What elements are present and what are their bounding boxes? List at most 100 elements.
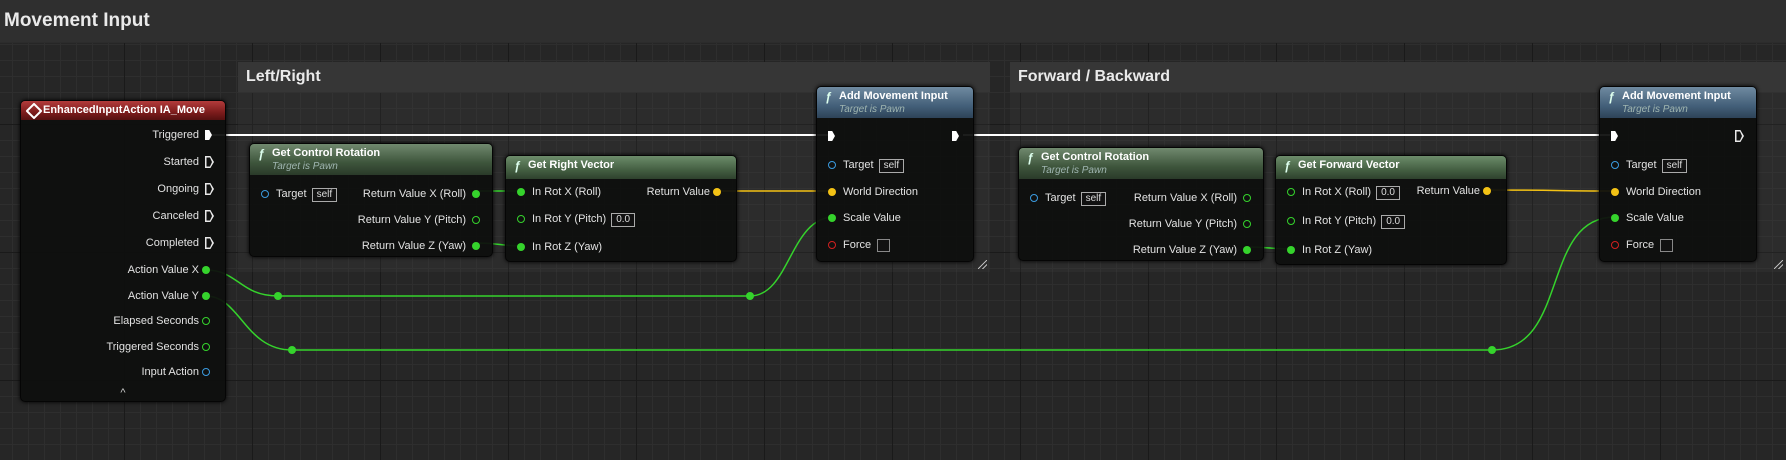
node-header[interactable]: EnhancedInputAction IA_Move <box>21 101 225 120</box>
in-rot-x-value-field[interactable]: 0.0 <box>1376 186 1400 200</box>
float-pin-triggered-seconds[interactable] <box>202 343 210 351</box>
pin-target-row: Target self <box>276 187 338 202</box>
float-pin-in-rot-z[interactable] <box>1287 246 1295 254</box>
object-pin-target[interactable] <box>261 190 269 198</box>
pin-label-return-y: Return Value Y (Pitch) <box>1128 218 1237 230</box>
node-header[interactable]: ƒ Add Movement Input Target is Pawn <box>817 87 973 118</box>
pin-label-return-z: Return Value Z (Yaw) <box>361 240 466 252</box>
pin-label-ongoing: Ongoing <box>157 183 199 195</box>
pin-label-in-rot-x: In Rot X (Roll) <box>532 186 602 198</box>
pin-in-rot-y-row: In Rot Y (Pitch) 0.0 <box>1302 214 1406 229</box>
pin-label-scale-value: Scale Value <box>843 212 901 224</box>
vector-pin-world-direction[interactable] <box>1611 188 1619 196</box>
target-self-field[interactable]: self <box>1661 159 1688 173</box>
pin-target-row: Target self <box>843 158 905 173</box>
pin-label-return-value: Return Value <box>1416 185 1480 197</box>
vector-pin-return-value[interactable] <box>1483 187 1491 195</box>
add-movement-input-node[interactable]: ƒ Add Movement Input Target is Pawn Targ… <box>816 86 974 262</box>
float-pin-return-z[interactable] <box>1243 246 1251 254</box>
get-forward-vector-node[interactable]: ƒ Get Forward Vector In Rot X (Roll) 0.0 … <box>1275 155 1507 265</box>
target-self-field[interactable]: self <box>878 159 905 173</box>
bool-pin-force[interactable] <box>828 241 836 249</box>
float-pin-return-y[interactable] <box>1243 220 1251 228</box>
float-pin-scale-value[interactable] <box>1611 214 1619 222</box>
node-subtitle: Target is Pawn <box>1622 104 1688 115</box>
object-pin-input-action[interactable] <box>202 368 210 376</box>
object-pin-target[interactable] <box>1611 161 1619 169</box>
pin-label-completed: Completed <box>145 237 199 249</box>
bool-pin-force[interactable] <box>1611 241 1619 249</box>
pin-label-action-value-x: Action Value X <box>127 264 199 276</box>
float-pin-return-x[interactable] <box>472 190 480 198</box>
pin-target-row: Target self <box>1045 191 1107 206</box>
in-rot-y-value-field[interactable]: 0.0 <box>611 213 636 227</box>
float-pin-action-value-y[interactable] <box>202 292 210 300</box>
reroute-knot[interactable] <box>274 292 282 300</box>
node-header[interactable]: ƒ Add Movement Input Target is Pawn <box>1600 87 1756 118</box>
in-rot-y-value-field[interactable]: 0.0 <box>1381 215 1406 229</box>
target-self-field[interactable]: self <box>1080 192 1107 206</box>
function-icon: ƒ <box>1608 90 1615 104</box>
vector-pin-return-value[interactable] <box>713 188 721 196</box>
get-control-rotation-node[interactable]: ƒ Get Control Rotation Target is Pawn Ta… <box>249 143 493 257</box>
pin-label-in-rot-x: In Rot X (Roll) <box>1302 186 1372 198</box>
pin-target-row: Target self <box>1626 158 1688 173</box>
float-pin-return-z[interactable] <box>472 242 480 250</box>
node-title: Add Movement Input <box>1622 90 1731 102</box>
target-self-field[interactable]: self <box>311 188 338 202</box>
object-pin-target[interactable] <box>1030 194 1038 202</box>
pin-label-triggered-seconds: Triggered Seconds <box>106 341 199 353</box>
node-subtitle: Target is Pawn <box>839 104 905 115</box>
float-pin-elapsed-seconds[interactable] <box>202 317 210 325</box>
float-pin-in-rot-z[interactable] <box>517 243 525 251</box>
float-pin-return-y[interactable] <box>472 216 480 224</box>
node-title: Get Forward Vector <box>1298 159 1400 171</box>
node-subtitle: Target is Pawn <box>272 161 338 172</box>
collapse-arrow-icon[interactable]: ^ <box>21 387 225 399</box>
blueprint-graph-canvas[interactable]: Movement Input Left/Right Forward / Back… <box>0 0 1786 460</box>
function-icon: ƒ <box>1284 159 1291 173</box>
node-title: EnhancedInputAction IA_Move <box>43 104 205 116</box>
node-header[interactable]: ƒ Get Control Rotation Target is Pawn <box>250 144 492 175</box>
get-right-vector-node[interactable]: ƒ Get Right Vector In Rot X (Roll) In Ro… <box>505 155 737 262</box>
force-checkbox[interactable] <box>1660 238 1674 252</box>
pin-in-rot-x-row: In Rot X (Roll) 0.0 <box>1302 185 1400 200</box>
float-pin-action-value-x[interactable] <box>202 266 210 274</box>
float-pin-scale-value[interactable] <box>828 214 836 222</box>
reroute-knot[interactable] <box>1488 346 1496 354</box>
object-pin-target[interactable] <box>828 161 836 169</box>
pin-label-return-z: Return Value Z (Yaw) <box>1132 244 1237 256</box>
node-header[interactable]: ƒ Get Forward Vector <box>1276 156 1506 179</box>
float-pin-in-rot-y[interactable] <box>1287 217 1295 225</box>
pin-force-row: Force <box>843 238 891 252</box>
pin-label-target: Target <box>1626 159 1657 171</box>
event-node-ia-move[interactable]: EnhancedInputAction IA_Move Triggered St… <box>20 100 226 402</box>
function-icon: ƒ <box>258 147 265 161</box>
force-checkbox[interactable] <box>877 238 891 252</box>
reroute-knot[interactable] <box>746 292 754 300</box>
pin-label-started: Started <box>163 156 199 168</box>
vector-pin-world-direction[interactable] <box>828 188 836 196</box>
float-pin-in-rot-x[interactable] <box>517 188 525 196</box>
function-icon: ƒ <box>514 159 521 173</box>
pin-label-return-x: Return Value X (Roll) <box>1133 192 1237 204</box>
pin-label-input-action: Input Action <box>141 366 200 378</box>
node-header[interactable]: ƒ Get Control Rotation Target is Pawn <box>1019 148 1263 179</box>
pin-label-target: Target <box>843 159 874 171</box>
add-movement-input-node[interactable]: ƒ Add Movement Input Target is Pawn Targ… <box>1599 86 1757 262</box>
pin-label-action-value-y: Action Value Y <box>127 290 199 302</box>
node-header[interactable]: ƒ Get Right Vector <box>506 156 736 179</box>
reroute-knot[interactable] <box>288 346 296 354</box>
node-title: Get Right Vector <box>528 159 615 171</box>
get-control-rotation-node[interactable]: ƒ Get Control Rotation Target is Pawn Ta… <box>1018 147 1264 261</box>
event-diamond-icon <box>25 102 43 120</box>
float-pin-in-rot-y[interactable] <box>517 215 525 223</box>
node-title: Add Movement Input <box>839 90 948 102</box>
pin-force-row: Force <box>1626 238 1674 252</box>
node-title: Get Control Rotation <box>272 147 381 159</box>
float-pin-return-x[interactable] <box>1243 194 1251 202</box>
pin-label-in-rot-y: In Rot Y (Pitch) <box>532 213 607 225</box>
pin-label-target: Target <box>276 188 307 200</box>
pin-label-target: Target <box>1045 192 1076 204</box>
float-pin-in-rot-x[interactable] <box>1287 188 1295 196</box>
